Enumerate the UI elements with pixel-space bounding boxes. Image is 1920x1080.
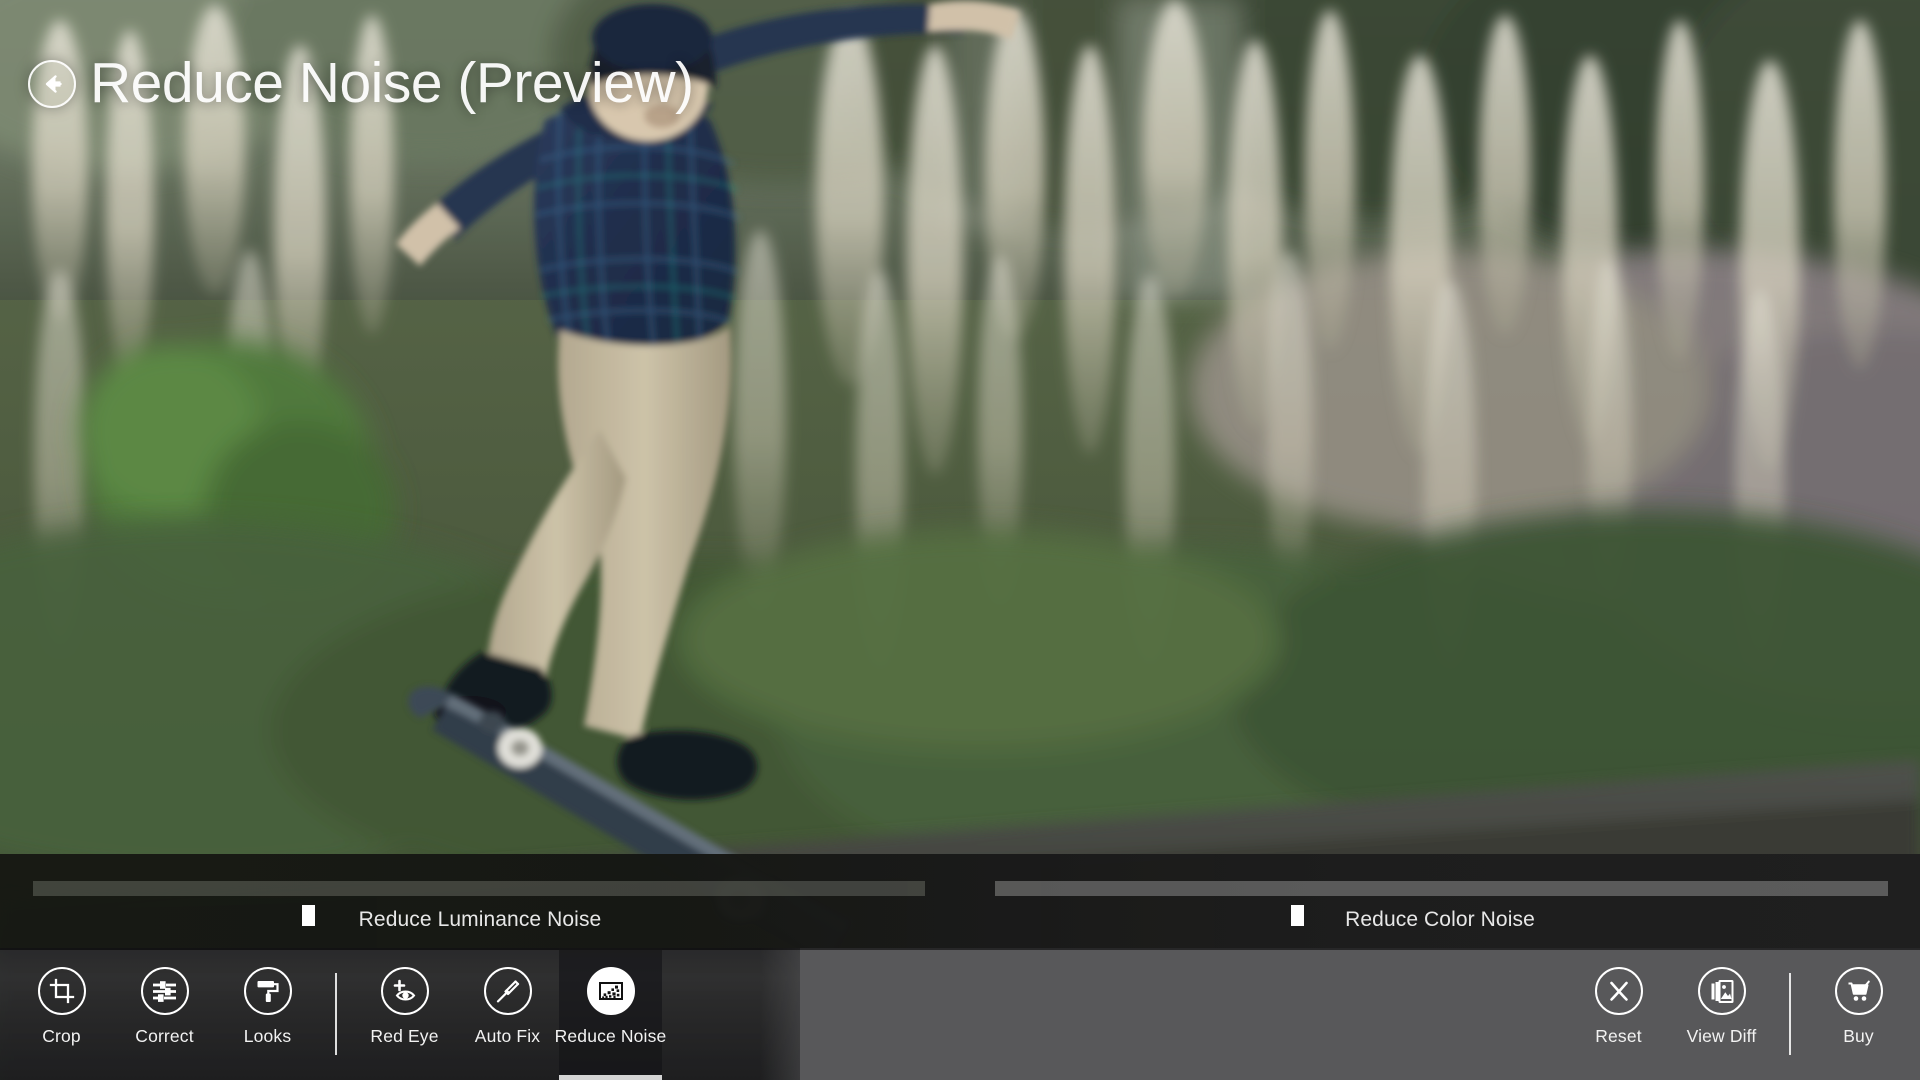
- app-bar-background-fade: [760, 948, 880, 1080]
- view-diff-label: View Diff: [1686, 1026, 1757, 1046]
- app-bar-right-commands: Reset View Diff Buy: [1567, 948, 1920, 1080]
- reduce-color-noise-label: Reduce Color Noise: [1345, 908, 1535, 931]
- squeegee-icon: [496, 979, 520, 1002]
- command-buy[interactable]: Buy: [1807, 948, 1910, 1080]
- red-eye-label: Red Eye: [370, 1026, 439, 1046]
- paint-roller-icon: [257, 981, 279, 1002]
- shopping-cart-icon: [1848, 980, 1870, 1001]
- close-x-icon: [1609, 981, 1628, 1001]
- reduce-noise-icon: [598, 982, 623, 1000]
- correct-button-ring: [140, 967, 189, 1015]
- auto-fix-button-ring: [483, 967, 532, 1015]
- reduce-luminance-noise-label: Reduce Luminance Noise: [358, 908, 602, 931]
- slider-group-color: Reduce Color Noise: [960, 854, 1920, 948]
- crop-button-ring: [37, 967, 86, 1015]
- page-header: Reduce Noise (Preview): [28, 55, 694, 112]
- app-bar-left-commands: Crop Correct Looks Red Eye Auto Fix Redu…: [0, 948, 666, 1080]
- crop-icon: [49, 978, 74, 1004]
- bottom-app-bar: Crop Correct Looks Red Eye Auto Fix Redu…: [0, 948, 1920, 1080]
- red-eye-icon: [393, 979, 416, 1001]
- reduce-luminance-noise-slider-track[interactable]: [33, 881, 925, 926]
- buy-label: Buy: [1843, 1026, 1874, 1046]
- command-view-diff[interactable]: View Diff: [1670, 948, 1773, 1080]
- looks-label: Looks: [243, 1026, 292, 1046]
- adjustment-slider-panel: Reduce Luminance Noise Reduce Color Nois…: [0, 854, 1920, 948]
- command-crop[interactable]: Crop: [10, 948, 113, 1080]
- reset-button-ring: [1594, 967, 1643, 1015]
- stacked-photos-icon: [1711, 980, 1733, 1003]
- correct-label: Correct: [135, 1026, 194, 1046]
- command-auto-fix[interactable]: Auto Fix: [456, 948, 559, 1080]
- command-correct[interactable]: Correct: [113, 948, 216, 1080]
- back-arrow-icon: [45, 74, 62, 93]
- reset-label: Reset: [1595, 1026, 1642, 1046]
- reduce-color-noise-slider-track[interactable]: [995, 881, 1888, 926]
- toolbar-divider-2: [1789, 973, 1791, 1055]
- back-button[interactable]: [28, 59, 76, 108]
- reduce-noise-button-ring: [586, 967, 635, 1015]
- command-reduce-noise[interactable]: Reduce Noise: [555, 948, 666, 1080]
- toolbar-divider-1: [335, 973, 337, 1055]
- photo-editor-app: Reduce Noise (Preview) Reduce Luminance …: [0, 0, 1920, 1080]
- looks-button-ring: [243, 967, 292, 1015]
- view-diff-button-ring: [1697, 967, 1746, 1015]
- sliders-icon: [153, 980, 176, 1002]
- command-looks[interactable]: Looks: [216, 948, 319, 1080]
- auto-fix-label: Auto Fix: [474, 1026, 541, 1046]
- reduce-noise-label: Reduce Noise: [554, 1026, 667, 1046]
- crop-label: Crop: [42, 1026, 81, 1046]
- selected-command-underline: [559, 1075, 662, 1080]
- slider-group-luminance: Reduce Luminance Noise: [0, 854, 960, 948]
- command-reset[interactable]: Reset: [1567, 948, 1670, 1080]
- red-eye-button-ring: [380, 967, 429, 1015]
- buy-button-ring: [1834, 967, 1883, 1015]
- command-red-eye[interactable]: Red Eye: [353, 948, 456, 1080]
- page-title: Reduce Noise (Preview): [90, 51, 694, 115]
